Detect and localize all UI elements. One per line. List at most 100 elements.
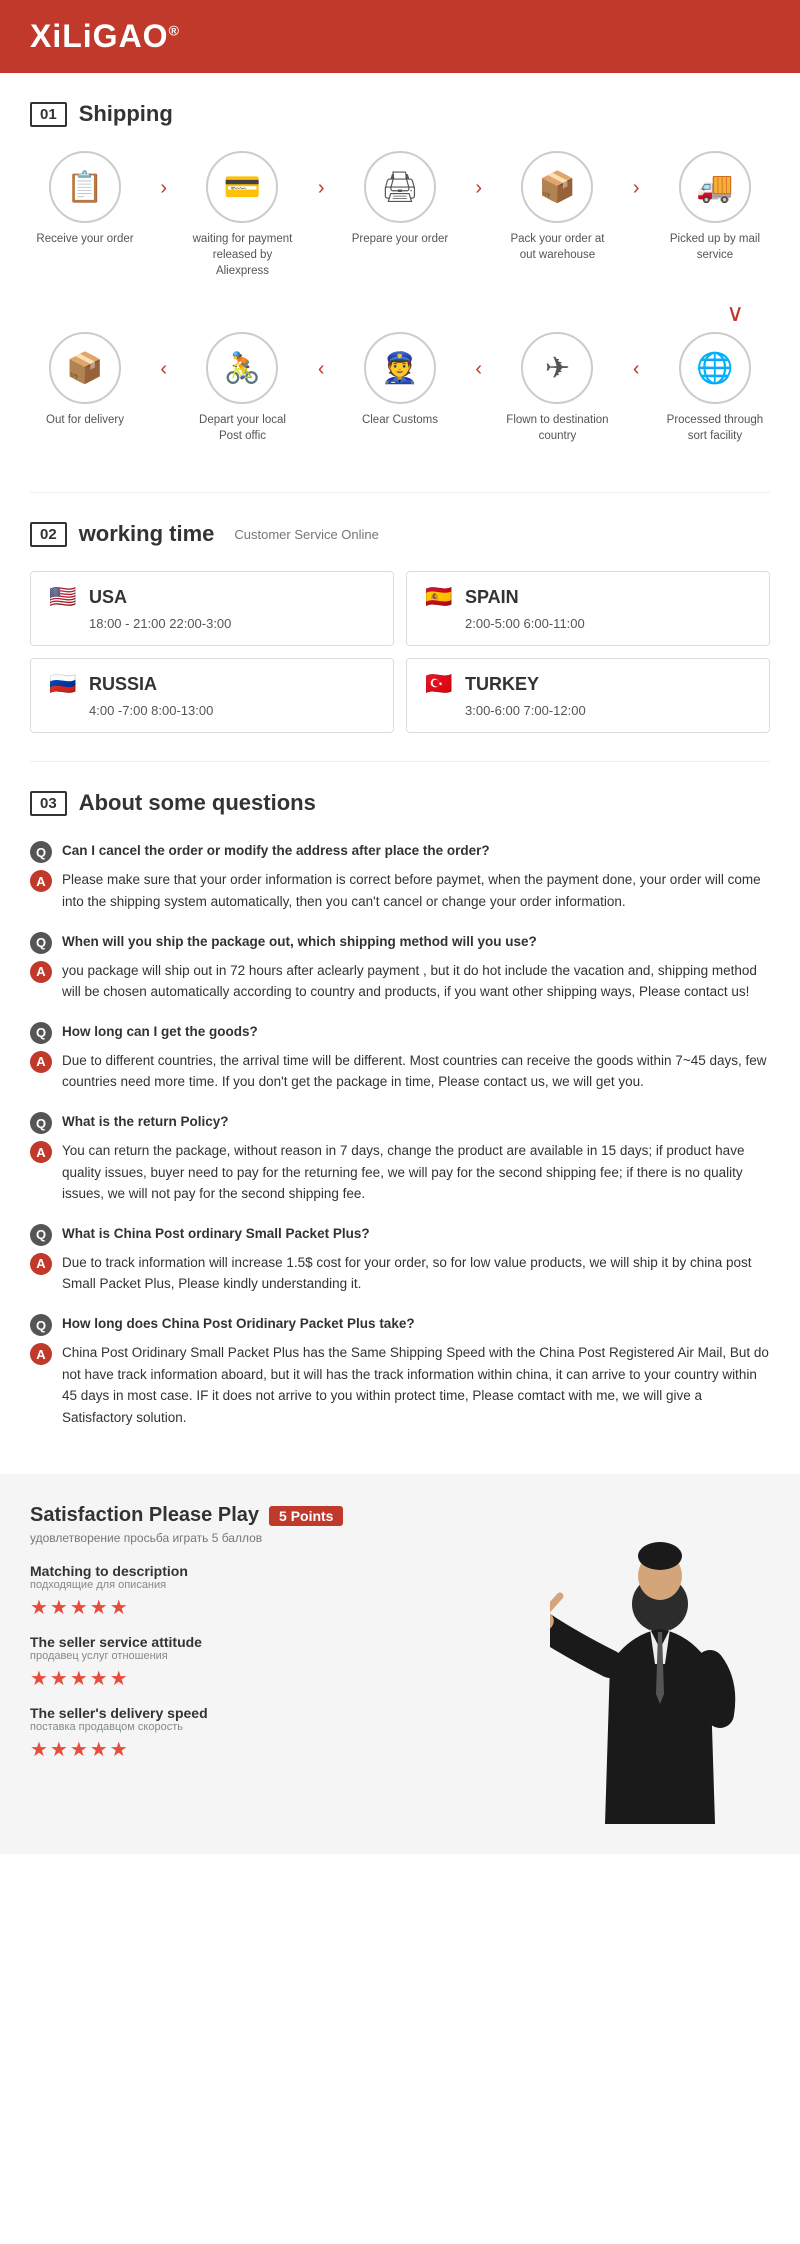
person-figure [550, 1504, 770, 1824]
rating-description: Matching to description подходящие для о… [30, 1563, 510, 1620]
step-customs-label: Clear Customs [362, 412, 438, 428]
rating-service: The seller service attitude продавец усл… [30, 1634, 510, 1691]
q-badge-1: Q [30, 841, 52, 863]
payment-icon: 💳 [206, 151, 278, 223]
step-flown: ✈ Flown to destination country [502, 332, 612, 444]
pickup-icon: 🚚 [679, 151, 751, 223]
receive-icon: 📋 [49, 151, 121, 223]
qa-a-1: A Please make sure that your order infor… [30, 869, 770, 912]
step-delivery-label: Out for delivery [46, 412, 124, 428]
qa-q3-text: How long can I get the goods? [62, 1021, 258, 1043]
flown-icon: ✈ [521, 332, 593, 404]
prepare-icon: 🖨 [364, 151, 436, 223]
qa-q2-text: When will you ship the package out, whic… [62, 931, 537, 953]
step-pack: 📦 Pack your order at out warehouse [502, 151, 612, 263]
satisfaction-section: Satisfaction Please Play 5 Points удовле… [0, 1474, 800, 1854]
qa-q-3: Q How long can I get the goods? [30, 1021, 770, 1044]
qa-a-4: A You can return the package, without re… [30, 1140, 770, 1205]
a-badge-5: A [30, 1253, 52, 1275]
rating-description-ru: подходящие для описания [30, 1579, 510, 1591]
pack-icon: 📦 [521, 151, 593, 223]
rating-service-ru: продавец услуг отношения [30, 1650, 510, 1662]
time-card-russia: 🇷🇺 RUSSIA 4:00 -7:00 8:00-13:00 [30, 658, 394, 733]
q-badge-3: Q [30, 1022, 52, 1044]
a-badge-4: A [30, 1141, 52, 1163]
qa-a-6: A China Post Oridinary Small Packet Plus… [30, 1342, 770, 1428]
qa-item-5: Q What is China Post ordinary Small Pack… [30, 1223, 770, 1295]
qa-item-6: Q How long does China Post Oridinary Pac… [30, 1313, 770, 1428]
qa-a1-text: Please make sure that your order informa… [62, 869, 770, 912]
trademark: ® [169, 22, 180, 38]
qa-q-5: Q What is China Post ordinary Small Pack… [30, 1223, 770, 1246]
turkey-name: TURKEY [465, 674, 539, 695]
qa-a-3: A Due to different countries, the arriva… [30, 1050, 770, 1093]
qa-q-1: Q Can I cancel the order or modify the a… [30, 840, 770, 863]
rating-delivery-ru: поставка продавцом скорость [30, 1721, 510, 1733]
questions-title: 03 About some questions [30, 790, 770, 816]
a-badge-1: A [30, 870, 52, 892]
arrow-down: ∨ [30, 299, 770, 328]
step-pickup: 🚚 Picked up by mail service [660, 151, 770, 263]
working-time-name: working time [79, 521, 215, 547]
qa-item-2: Q When will you ship the package out, wh… [30, 931, 770, 1003]
qa-a4-text: You can return the package, without reas… [62, 1140, 770, 1205]
time-grid: 🇺🇸 USA 18:00 - 21:00 22:00-3:00 🇪🇸 SPAIN… [30, 571, 770, 733]
step-pickup-label: Picked up by mail service [660, 231, 770, 263]
step-flown-label: Flown to destination country [502, 412, 612, 444]
qa-q4-text: What is the return Policy? [62, 1111, 229, 1133]
step-receive: 📋 Receive your order [30, 151, 140, 247]
time-card-spain: 🇪🇸 SPAIN 2:00-5:00 6:00-11:00 [406, 571, 770, 646]
rating-description-en: Matching to description [30, 1563, 510, 1579]
usa-hours: 18:00 - 21:00 22:00-3:00 [89, 616, 377, 631]
rating-delivery: The seller's delivery speed поставка про… [30, 1705, 510, 1762]
qa-item-1: Q Can I cancel the order or modify the a… [30, 840, 770, 912]
arrow-r2: ‹ [318, 358, 325, 381]
russia-hours: 4:00 -7:00 8:00-13:00 [89, 703, 377, 718]
step-delivery: 📦 Out for delivery [30, 332, 140, 428]
section-num-01: 01 [30, 102, 67, 127]
step-local-post-label: Depart your local Post offic [187, 412, 297, 444]
step-payment: 💳 waiting for payment released by Aliexp… [187, 151, 297, 279]
russia-name: RUSSIA [89, 674, 157, 695]
time-card-usa: 🇺🇸 USA 18:00 - 21:00 22:00-3:00 [30, 571, 394, 646]
arrow-1: › [160, 177, 167, 200]
qa-q-4: Q What is the return Policy? [30, 1111, 770, 1134]
customs-icon: 👮 [364, 332, 436, 404]
time-card-turkey: 🇹🇷 TURKEY 3:00-6:00 7:00-12:00 [406, 658, 770, 733]
qa-q-6: Q How long does China Post Oridinary Pac… [30, 1313, 770, 1336]
arrow-2: › [318, 177, 325, 200]
arrow-3: › [475, 177, 482, 200]
qa-a-5: A Due to track information will increase… [30, 1252, 770, 1295]
shipping-section-name: Shipping [79, 101, 173, 127]
satisfaction-right [510, 1504, 770, 1824]
turkey-hours: 3:00-6:00 7:00-12:00 [465, 703, 753, 718]
qa-a2-text: you package will ship out in 72 hours af… [62, 960, 770, 1003]
shipping-row-2: 📦 Out for delivery ‹ 🚴 Depart your local… [30, 332, 770, 444]
satisfaction-left: Satisfaction Please Play 5 Points удовле… [30, 1504, 510, 1776]
arrow-r3: ‹ [475, 358, 482, 381]
qa-q6-text: How long does China Post Oridinary Packe… [62, 1313, 415, 1335]
usa-flag: 🇺🇸 [47, 586, 79, 608]
q-badge-6: Q [30, 1314, 52, 1336]
step-receive-label: Receive your order [36, 231, 133, 247]
time-card-russia-header: 🇷🇺 RUSSIA [47, 673, 377, 695]
qa-item-3: Q How long can I get the goods? A Due to… [30, 1021, 770, 1093]
qa-a5-text: Due to track information will increase 1… [62, 1252, 770, 1295]
rating-delivery-en: The seller's delivery speed [30, 1705, 510, 1721]
header: XiLiGAO® [0, 0, 800, 73]
qa-item-4: Q What is the return Policy? A You can r… [30, 1111, 770, 1205]
shipping-title: 01 Shipping [30, 101, 770, 127]
questions-section-name: About some questions [79, 790, 316, 816]
step-prepare-label: Prepare your order [352, 231, 449, 247]
rating-description-stars: ★★★★★ [30, 1595, 510, 1620]
qa-a-2: A you package will ship out in 72 hours … [30, 960, 770, 1003]
arrow-r4: ‹ [633, 358, 640, 381]
arrow-r1: ‹ [160, 358, 167, 381]
step-payment-label: waiting for payment released by Aliexpre… [187, 231, 297, 279]
section-num-03: 03 [30, 791, 67, 816]
points-badge: 5 Points [269, 1506, 343, 1526]
delivery-icon: 📦 [49, 332, 121, 404]
usa-name: USA [89, 587, 127, 608]
section-num-02: 02 [30, 522, 67, 547]
time-card-turkey-header: 🇹🇷 TURKEY [423, 673, 753, 695]
